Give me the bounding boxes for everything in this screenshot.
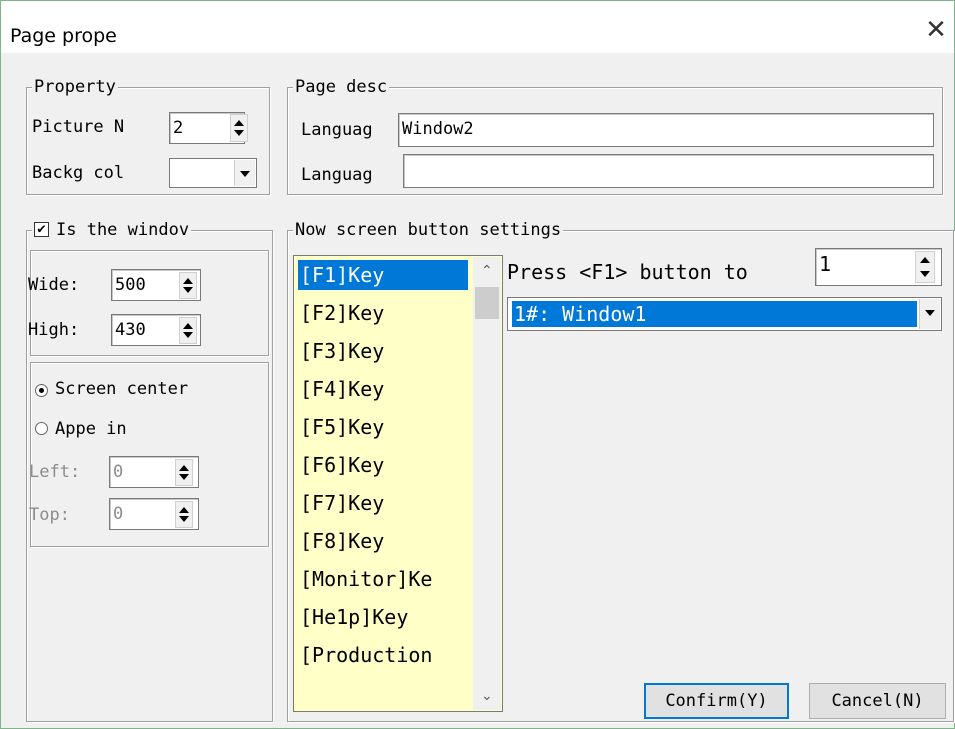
spin-up-icon[interactable] [179, 507, 189, 513]
spin-down-icon[interactable] [920, 271, 930, 277]
dialog-title: Page prope [10, 25, 117, 47]
key-list-item[interactable]: [F6]Key [298, 450, 468, 480]
spin-up-icon[interactable] [183, 323, 193, 329]
key-list-scrollbar[interactable]: ⌃ ⌄ [473, 257, 501, 710]
title-bar: Page prope ✕ [1, 1, 954, 53]
screen-center-label: Screen center [55, 379, 189, 399]
picture-no-spinner[interactable] [230, 114, 248, 142]
language2-label: Languag [301, 165, 373, 185]
appe-in-label: Appe in [55, 419, 127, 439]
key-list-item[interactable]: [He1p]Key [298, 602, 468, 632]
spin-up-icon[interactable] [920, 257, 930, 263]
property-group-label: Property [32, 77, 118, 97]
key-list[interactable]: [F1]Key [F2]Key [F3]Key [F4]Key [F5]Key [F6]K… [293, 255, 503, 712]
spin-down-icon[interactable] [179, 516, 189, 522]
press-button-spinner[interactable] [915, 251, 935, 283]
key-list-item[interactable]: [F7]Key [298, 488, 468, 518]
press-button-label: Press <F1> button to [507, 260, 748, 284]
left-spinner[interactable] [175, 459, 193, 486]
language1-input[interactable]: Window2 [398, 113, 934, 147]
spin-up-icon[interactable] [183, 278, 193, 284]
key-list-item[interactable]: [F5]Key [298, 412, 468, 442]
scroll-up-icon[interactable]: ⌃ [481, 264, 493, 278]
spin-up-icon[interactable] [234, 120, 244, 126]
target-window-value: 1#: Window1 [512, 301, 917, 327]
backg-color-label: Backg col [32, 163, 125, 183]
spin-down-icon[interactable] [183, 332, 193, 338]
confirm-button[interactable]: Confirm(Y) [644, 683, 789, 719]
chevron-down-icon[interactable] [919, 299, 940, 329]
wide-label: Wide: [28, 275, 80, 295]
left-label: Left: [29, 462, 81, 482]
close-icon[interactable]: ✕ [921, 15, 951, 45]
appe-in-radio[interactable] [35, 422, 48, 435]
spin-up-icon[interactable] [179, 465, 189, 471]
scroll-thumb[interactable] [475, 287, 499, 319]
key-list-item[interactable]: [F3]Key [298, 336, 468, 366]
high-spinner[interactable] [179, 317, 197, 344]
picture-no-label: Picture N [32, 117, 125, 137]
key-list-item[interactable]: [F1]Key [298, 260, 468, 290]
spin-down-icon[interactable] [179, 474, 189, 480]
key-list-item[interactable]: [F8]Key [298, 526, 468, 556]
top-spinner[interactable] [175, 501, 193, 528]
language2-input[interactable] [403, 154, 934, 188]
top-label: Top: [29, 505, 70, 525]
screen-center-radio[interactable] [35, 384, 48, 397]
high-label: High: [28, 320, 80, 340]
is-window-checkbox[interactable]: ✔ [34, 222, 49, 237]
wide-spinner[interactable] [179, 272, 197, 299]
button-settings-group-label: Now screen button settings [293, 220, 564, 240]
dialog-client: Property Picture N 2 Backg col Page desc… [9, 55, 954, 728]
is-window-label: Is the windov [32, 220, 192, 240]
chevron-down-icon[interactable] [234, 160, 255, 186]
language1-label: Languag [301, 120, 373, 140]
background-color-select[interactable] [169, 158, 257, 188]
key-list-item[interactable]: [Monitor]Ke [298, 564, 468, 594]
spin-down-icon[interactable] [183, 287, 193, 293]
page-properties-dialog: Page prope ✕ Property Picture N 2 Backg … [0, 0, 955, 729]
key-list-item[interactable]: [F2]Key [298, 298, 468, 328]
page-desc-group-label: Page desc [293, 77, 390, 97]
target-window-select[interactable]: 1#: Window1 [507, 297, 942, 331]
key-list-item[interactable]: [F4]Key [298, 374, 468, 404]
spin-down-icon[interactable] [234, 130, 244, 136]
cancel-button[interactable]: Cancel(N) [809, 683, 946, 719]
scroll-down-icon[interactable]: ⌄ [481, 689, 493, 703]
key-list-item[interactable]: [Production [298, 640, 468, 670]
